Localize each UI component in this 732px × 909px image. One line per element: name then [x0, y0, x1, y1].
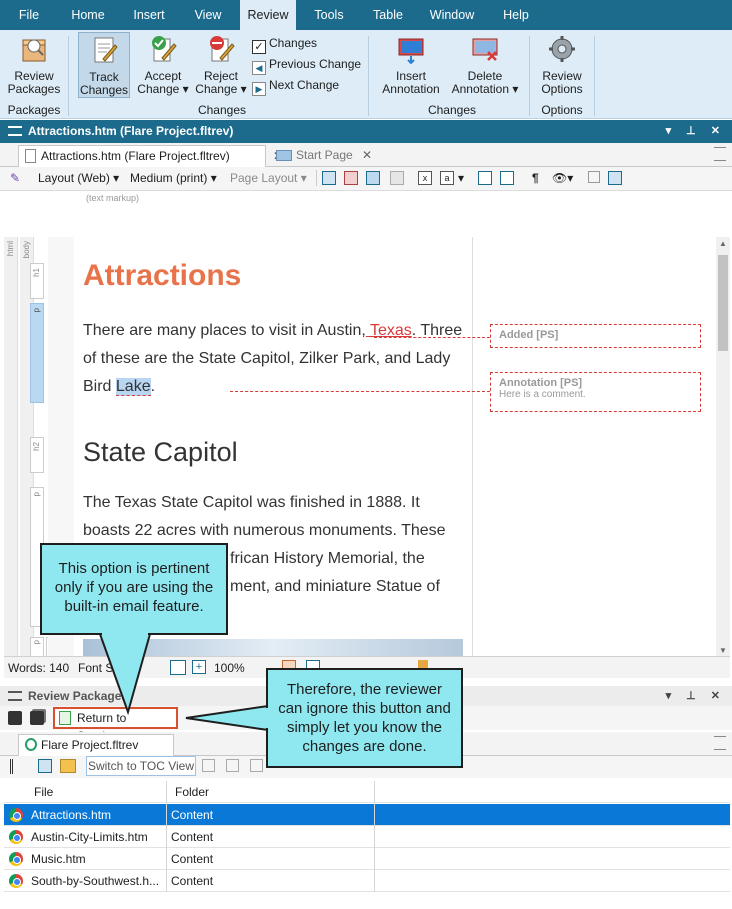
left-callout: This option is pertinent only if you are… [40, 543, 228, 635]
callout-pointers [98, 633, 269, 732]
left-callout-pointer [98, 633, 152, 716]
callout-seam [102, 631, 148, 637]
right-callout: Therefore, the reviewer can ignore this … [266, 668, 463, 768]
right-callout-pointer [185, 704, 269, 732]
callout-seam [264, 708, 270, 728]
